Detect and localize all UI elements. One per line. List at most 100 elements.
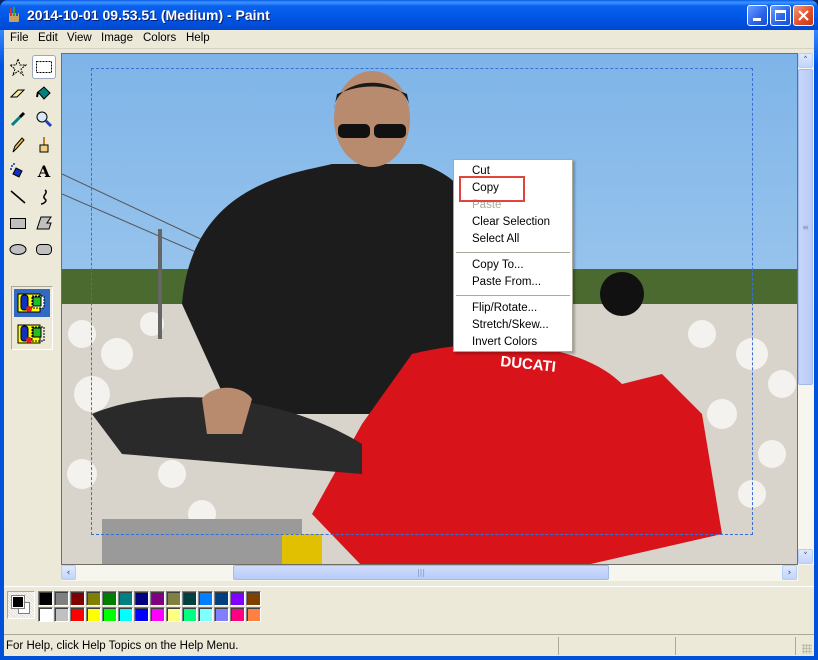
- palette-color-swatch[interactable]: [198, 591, 213, 606]
- line-icon: [10, 190, 26, 204]
- scroll-down-button[interactable]: ˅: [798, 549, 813, 564]
- menu-edit[interactable]: Edit: [34, 32, 62, 44]
- context-menu-item-invert-colors[interactable]: Invert Colors: [454, 334, 572, 351]
- close-icon: [798, 10, 809, 21]
- menu-help[interactable]: Help: [182, 32, 214, 44]
- tool-line[interactable]: [6, 185, 30, 209]
- tool-magnifier[interactable]: [32, 107, 56, 131]
- status-help-text: For Help, click Help Topics on the Help …: [6, 640, 239, 652]
- palette-color-swatch[interactable]: [246, 607, 261, 622]
- palette-color-swatch[interactable]: [38, 607, 53, 622]
- tool-eraser[interactable]: [6, 81, 30, 105]
- vertical-scroll-thumb[interactable]: ≡: [798, 69, 813, 385]
- context-menu-item-paste-from[interactable]: Paste From...: [454, 274, 572, 291]
- palette-color-swatch[interactable]: [214, 607, 229, 622]
- scroll-left-button[interactable]: ‹: [61, 565, 76, 580]
- palette-color-swatch[interactable]: [54, 591, 69, 606]
- palette-color-swatch[interactable]: [102, 607, 117, 622]
- palette-color-swatch[interactable]: [70, 591, 85, 606]
- status-bar: For Help, click Help Topics on the Help …: [4, 634, 814, 656]
- tool-brush[interactable]: [32, 133, 56, 157]
- resize-grip[interactable]: [802, 644, 812, 654]
- palette-color-swatch[interactable]: [166, 607, 181, 622]
- palette-color-swatch[interactable]: [150, 607, 165, 622]
- context-menu-item-flip-rotate[interactable]: Flip/Rotate...: [454, 300, 572, 317]
- vertical-scrollbar[interactable]: ˄ ≡ ˅: [798, 53, 814, 565]
- magnifier-icon: [36, 111, 53, 128]
- canvas-area[interactable]: DUCATI: [61, 53, 798, 565]
- palette-color-swatch[interactable]: [214, 591, 229, 606]
- title-bar[interactable]: 2014-10-01 09.53.51 (Medium) - Paint: [0, 0, 818, 30]
- menu-separator: [456, 295, 570, 296]
- tool-rectangle[interactable]: [6, 211, 30, 235]
- ellipse-icon: [9, 244, 27, 255]
- minimize-icon: [753, 18, 761, 21]
- palette-color-swatch[interactable]: [182, 607, 197, 622]
- scroll-right-button[interactable]: ›: [782, 565, 797, 580]
- window-title: 2014-10-01 09.53.51 (Medium) - Paint: [27, 7, 270, 23]
- airbrush-icon: [10, 163, 23, 178]
- minimize-button[interactable]: [747, 5, 768, 26]
- scroll-up-button[interactable]: ˄: [798, 53, 813, 68]
- horizontal-scrollbar[interactable]: ‹ ||| ›: [61, 565, 798, 581]
- selection-rectangle[interactable]: [91, 68, 753, 535]
- palette-color-swatch[interactable]: [86, 591, 101, 606]
- palette-color-swatch[interactable]: [230, 607, 245, 622]
- palette-color-swatch[interactable]: [134, 607, 149, 622]
- current-colors[interactable]: [7, 591, 35, 619]
- palette-color-swatch[interactable]: [134, 591, 149, 606]
- palette-color-swatch[interactable]: [38, 591, 53, 606]
- menu-view[interactable]: View: [63, 32, 96, 44]
- palette-color-swatch[interactable]: [246, 591, 261, 606]
- foreground-color[interactable]: [11, 595, 25, 609]
- menu-separator: [456, 252, 570, 253]
- context-menu-item-select-all[interactable]: Select All: [454, 231, 572, 248]
- horizontal-scroll-thumb[interactable]: |||: [233, 565, 609, 580]
- palette-color-swatch[interactable]: [150, 591, 165, 606]
- context-menu-item-stretch-skew[interactable]: Stretch/Skew...: [454, 317, 572, 334]
- tool-rounded-rectangle[interactable]: [32, 237, 56, 261]
- maximize-icon: [775, 10, 786, 21]
- status-pane-end: [795, 637, 796, 655]
- tool-free-form-select[interactable]: [6, 55, 30, 79]
- transparent-selection-icon: [17, 324, 45, 344]
- palette-color-swatch[interactable]: [166, 591, 181, 606]
- tool-curve[interactable]: [32, 185, 56, 209]
- tool-polygon[interactable]: [32, 211, 56, 235]
- palette-color-swatch[interactable]: [198, 607, 213, 622]
- tool-pencil[interactable]: [6, 133, 30, 157]
- paint-window: 2014-10-01 09.53.51 (Medium) - Paint Fil…: [0, 0, 818, 660]
- tool-text[interactable]: A: [32, 159, 56, 183]
- eraser-icon: [9, 89, 26, 98]
- opaque-selection-option[interactable]: [14, 289, 50, 317]
- rect-select-icon: [36, 61, 52, 73]
- tool-airbrush[interactable]: [6, 159, 30, 183]
- tool-pick-color[interactable]: [6, 107, 30, 131]
- context-menu-item-clear-selection[interactable]: Clear Selection: [454, 214, 572, 231]
- tool-options: [11, 286, 53, 350]
- eyedropper-icon: [10, 111, 26, 127]
- curve-icon: [40, 189, 47, 205]
- menu-image[interactable]: Image: [97, 32, 137, 44]
- maximize-button[interactable]: [770, 5, 791, 26]
- tool-ellipse[interactable]: [6, 237, 30, 261]
- palette-color-swatch[interactable]: [54, 607, 69, 622]
- paint-bucket-icon: [36, 86, 51, 100]
- palette-color-swatch[interactable]: [182, 591, 197, 606]
- palette-color-swatch[interactable]: [118, 607, 133, 622]
- star-select-icon: [9, 58, 27, 76]
- palette-color-swatch[interactable]: [118, 591, 133, 606]
- tool-select[interactable]: [32, 55, 56, 79]
- grip-icon: ≡: [802, 222, 809, 232]
- menu-file[interactable]: File: [6, 32, 33, 44]
- palette-color-swatch[interactable]: [102, 591, 117, 606]
- menu-colors[interactable]: Colors: [139, 32, 180, 44]
- opaque-selection-icon: [17, 293, 45, 313]
- palette-color-swatch[interactable]: [86, 607, 101, 622]
- tool-fill[interactable]: [32, 81, 56, 105]
- context-menu-item-copy-to[interactable]: Copy To...: [454, 257, 572, 274]
- palette-color-swatch[interactable]: [230, 591, 245, 606]
- palette-color-swatch[interactable]: [70, 607, 85, 622]
- close-button[interactable]: [793, 5, 814, 26]
- transparent-selection-option[interactable]: [14, 320, 50, 348]
